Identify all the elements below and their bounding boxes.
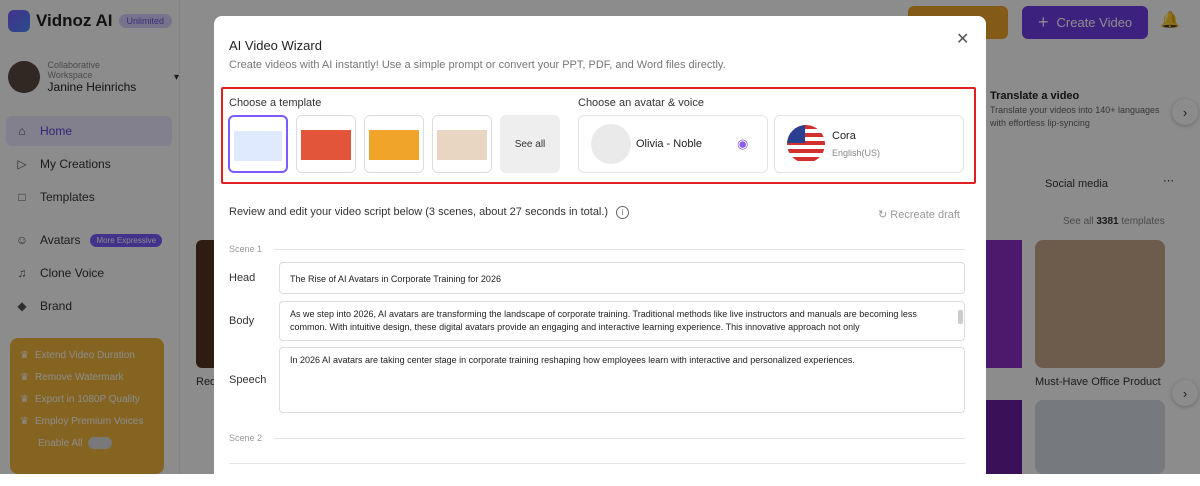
speech-label: Speech: [229, 374, 267, 386]
divider: [229, 463, 965, 464]
avatar-selector[interactable]: Olivia - Noble ◉: [578, 115, 768, 173]
template-thumb-4[interactable]: [432, 115, 492, 173]
choose-avatar-label: Choose an avatar & voice: [578, 97, 704, 109]
avatar-name: Olivia - Noble: [636, 138, 703, 150]
template-thumb-2[interactable]: [296, 115, 356, 173]
voice-name: Cora: [832, 130, 856, 142]
scene-label: Scene 2: [229, 433, 263, 443]
voice-language: English(US): [832, 148, 881, 158]
body-textarea[interactable]: As we step into 2026, AI avatars are tra…: [279, 301, 965, 341]
review-instructions: Review and edit your video script below …: [229, 206, 609, 218]
voice-selector[interactable]: Cora English(US): [774, 115, 964, 173]
choose-template-label: Choose a template: [229, 97, 322, 109]
dialog-title: AI Video Wizard: [229, 38, 322, 53]
scrollbar[interactable]: [958, 310, 963, 324]
head-input[interactable]: The Rise of AI Avatars in Corporate Trai…: [279, 262, 965, 294]
recreate-draft-button[interactable]: ↻ Recreate draft: [878, 208, 960, 221]
avatar-thumbnail: [591, 124, 631, 164]
divider: [274, 249, 965, 250]
see-all-templates-button[interactable]: See all: [500, 115, 560, 173]
eye-icon[interactable]: ◉: [737, 136, 748, 152]
refresh-icon: ↻: [878, 209, 888, 221]
ai-video-wizard-dialog: AI Video Wizard Create videos with AI in…: [214, 16, 986, 486]
template-thumb-3[interactable]: [364, 115, 424, 173]
info-icon[interactable]: i: [616, 206, 629, 219]
divider: [274, 438, 965, 439]
speech-textarea[interactable]: In 2026 AI avatars are taking center sta…: [279, 347, 965, 413]
us-flag-icon: [787, 125, 825, 163]
dialog-subtitle: Create videos with AI instantly! Use a s…: [229, 59, 726, 71]
body-label: Body: [229, 315, 255, 327]
scene-label: Scene 1: [229, 244, 263, 254]
template-thumb-1[interactable]: [228, 115, 288, 173]
close-icon[interactable]: ✕: [956, 29, 969, 49]
head-label: Head: [229, 272, 256, 284]
